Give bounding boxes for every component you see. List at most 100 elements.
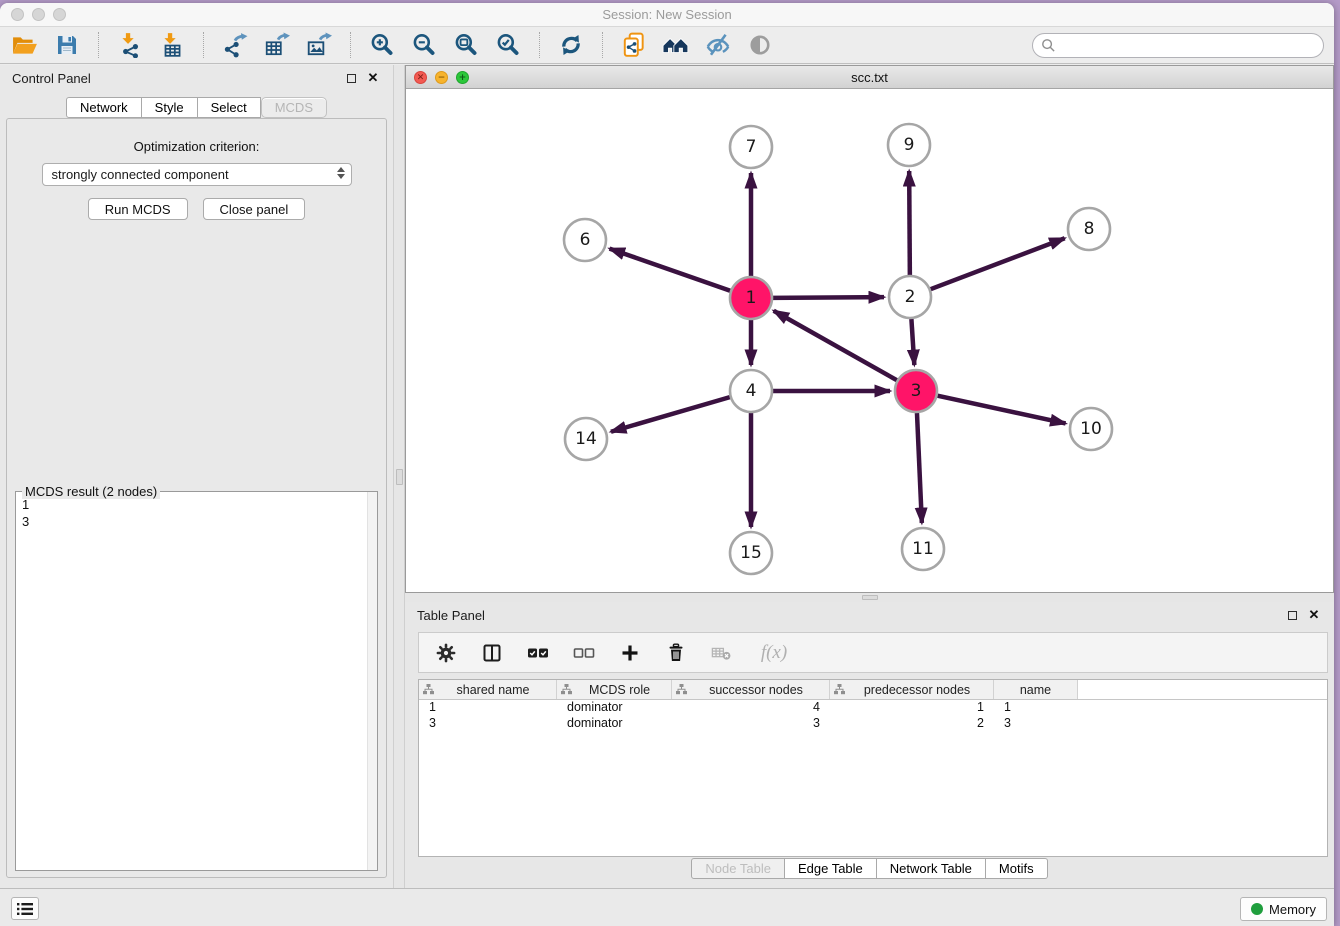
table-row[interactable]: 1dominator411	[419, 700, 1327, 716]
graph-edge-3-1[interactable]	[774, 311, 897, 380]
deselect-all-button[interactable]	[573, 642, 595, 664]
table-panel-close-button[interactable]: ✕	[1306, 607, 1322, 623]
zoom-selected-button[interactable]	[493, 31, 523, 59]
memory-label: Memory	[1269, 902, 1316, 917]
table-tab-network-table[interactable]: Network Table	[877, 858, 986, 879]
memory-button[interactable]: Memory	[1240, 897, 1327, 921]
graph-node-8[interactable]: 8	[1068, 208, 1110, 250]
search-input[interactable]	[1056, 36, 1323, 56]
graph-node-11[interactable]: 11	[902, 528, 944, 570]
function-builder-button[interactable]: f(x)	[757, 642, 791, 664]
delete-row-button[interactable]	[665, 642, 687, 664]
delete-table-button[interactable]	[711, 642, 733, 664]
duplicate-network-button[interactable]	[619, 31, 649, 59]
control-panel-close-button[interactable]: ✕	[365, 70, 381, 86]
graph-node-10[interactable]: 10	[1070, 408, 1112, 450]
import-network-button[interactable]	[115, 31, 145, 59]
graph-node-9[interactable]: 9	[888, 124, 930, 166]
table-panel: Table Panel ✕	[405, 602, 1334, 888]
save-session-button[interactable]	[52, 31, 82, 59]
vertical-splitter[interactable]	[393, 65, 405, 888]
mcds-result-text[interactable]: 1 3	[16, 492, 377, 870]
show-panels-button[interactable]	[11, 897, 39, 920]
table-cell[interactable]: 1	[830, 700, 994, 716]
table-row[interactable]: 3dominator323	[419, 716, 1327, 732]
zoom-out-button[interactable]	[409, 31, 439, 59]
table-cell[interactable]: 1	[994, 700, 1078, 716]
tab-select[interactable]: Select	[198, 97, 261, 118]
table-cell[interactable]: dominator	[557, 700, 672, 716]
table-cell[interactable]: 3	[672, 716, 830, 732]
export-table-button[interactable]	[262, 31, 292, 59]
control-panel: Control Panel ✕ NetworkStyleSelectMCDS O…	[0, 65, 393, 888]
control-panel-float-button[interactable]	[343, 70, 359, 86]
table-tab-motifs[interactable]: Motifs	[986, 858, 1048, 879]
graph-node-14[interactable]: 14	[565, 418, 607, 460]
table-cell[interactable]: 2	[830, 716, 994, 732]
column-header-shared-name[interactable]: shared name	[419, 680, 557, 699]
graph-edge-4-14[interactable]	[611, 397, 730, 432]
zoom-in-button[interactable]	[367, 31, 397, 59]
table-cell[interactable]: 4	[672, 700, 830, 716]
graph-edge-3-10[interactable]	[937, 396, 1065, 424]
table-settings-button[interactable]	[435, 642, 457, 664]
show-all-button[interactable]	[745, 31, 775, 59]
column-header-predecessor-nodes[interactable]: predecessor nodes	[830, 680, 994, 699]
column-header-MCDS-role[interactable]: MCDS role	[557, 680, 672, 699]
close-panel-button[interactable]: Close panel	[203, 198, 306, 220]
select-all-button[interactable]	[527, 642, 549, 664]
network-zoom-icon[interactable]: +	[456, 71, 469, 84]
graph-node-15[interactable]: 15	[730, 532, 772, 574]
export-image-button[interactable]	[304, 31, 334, 59]
show-columns-button[interactable]	[481, 642, 503, 664]
fx-icon: f(x)	[761, 642, 787, 664]
criterion-value: strongly connected component	[52, 167, 229, 182]
column-header-name[interactable]: name	[994, 680, 1078, 699]
apply-layout-button[interactable]	[556, 31, 586, 59]
run-mcds-button[interactable]: Run MCDS	[88, 198, 188, 220]
tab-network[interactable]: Network	[66, 97, 142, 118]
network-minimize-icon[interactable]: −	[435, 71, 448, 84]
table-cell[interactable]: 1	[419, 700, 557, 716]
graph-edge-2-3[interactable]	[911, 319, 914, 365]
criterion-dropdown[interactable]: strongly connected component	[42, 163, 352, 186]
table-cell[interactable]: 3	[419, 716, 557, 732]
search-box	[1032, 33, 1324, 58]
graph-node-7[interactable]: 7	[730, 126, 772, 168]
tab-style[interactable]: Style	[142, 97, 198, 118]
graph-edge-2-8[interactable]	[931, 238, 1065, 289]
graph-edge-1-2[interactable]	[773, 297, 884, 298]
horizontal-splitter[interactable]	[405, 593, 1334, 602]
add-row-button[interactable]	[619, 642, 641, 664]
hide-selected-button[interactable]	[703, 31, 733, 59]
graph-edge-2-9[interactable]	[909, 171, 910, 275]
export-network-button[interactable]	[220, 31, 250, 59]
graph-node-label: 6	[580, 230, 591, 250]
graph-node-2[interactable]: 2	[889, 276, 931, 318]
tab-mcds[interactable]: MCDS	[261, 97, 327, 118]
table-panel-float-button[interactable]	[1284, 607, 1300, 623]
table-cell[interactable]: dominator	[557, 716, 672, 732]
network-graph: 1 2 3 4 6 7 8 9 10 11 14 15	[406, 89, 1333, 592]
result-scrollbar[interactable]	[367, 492, 377, 870]
graph-node-label: 3	[911, 381, 922, 401]
import-table-button[interactable]	[157, 31, 187, 59]
graph-node-3[interactable]: 3	[895, 370, 937, 412]
table-cell[interactable]: 3	[994, 716, 1078, 732]
graph-node-6[interactable]: 6	[564, 219, 606, 261]
graph-edge-1-6[interactable]	[610, 249, 731, 291]
first-neighbors-button[interactable]	[661, 31, 691, 59]
open-session-button[interactable]	[10, 31, 40, 59]
network-close-icon[interactable]: ✕	[414, 71, 427, 84]
graph-node-label: 14	[575, 429, 597, 449]
column-header-successor-nodes[interactable]: successor nodes	[672, 680, 830, 699]
table-tab-node-table[interactable]: Node Table	[691, 858, 785, 879]
zoom-fit-button[interactable]	[451, 31, 481, 59]
column-label: shared name	[434, 683, 552, 697]
graph-edge-3-11[interactable]	[917, 413, 922, 523]
table-tab-edge-table[interactable]: Edge Table	[785, 858, 877, 879]
graph-node-4[interactable]: 4	[730, 370, 772, 412]
zoom-selected-icon	[495, 32, 521, 58]
network-canvas[interactable]: 1 2 3 4 6 7 8 9 10 11 14 15	[406, 89, 1333, 592]
graph-node-1[interactable]: 1	[730, 277, 772, 319]
